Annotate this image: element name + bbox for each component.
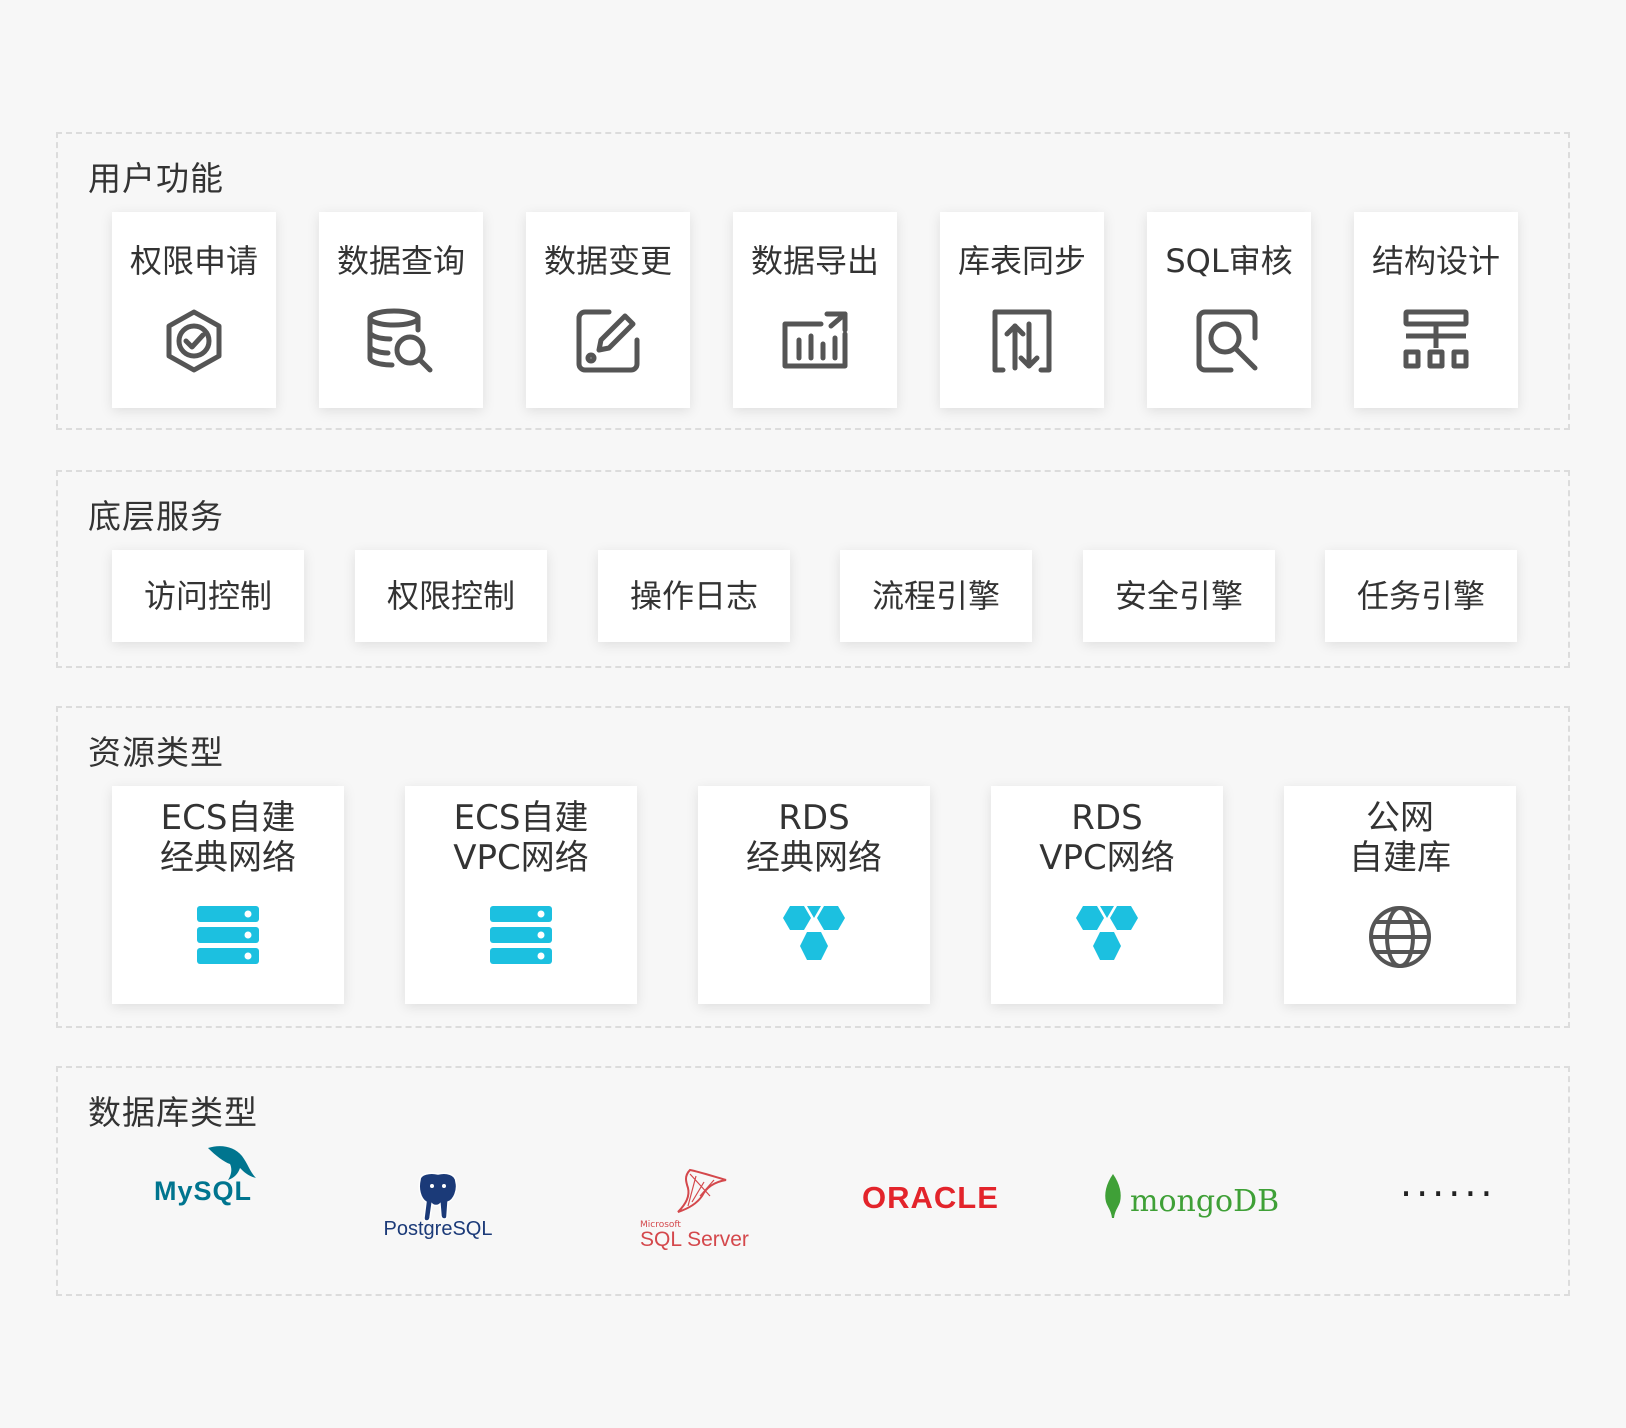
mongodb-text: mongoDB (1130, 1184, 1280, 1219)
card-label: SQL审核 (1165, 242, 1293, 280)
card-data-query[interactable]: 数据查询 (319, 212, 483, 408)
oracle-logo: ORACLE (862, 1180, 999, 1216)
service-operation-log[interactable]: 操作日志 (598, 550, 790, 642)
chart-export-icon (782, 311, 848, 369)
database-search-icon (367, 308, 433, 373)
postgresql-logo: PostgreSQL (376, 1172, 500, 1241)
card-structure-design[interactable]: 结构设计 (1354, 212, 1518, 408)
card-sql-audit[interactable]: SQL审核 (1147, 212, 1311, 408)
card-label-line2: VPC网络 (1039, 838, 1175, 878)
elephant-icon (418, 1172, 458, 1222)
card-label: 数据查询 (336, 242, 465, 280)
card-label: 库表同步 (957, 242, 1086, 280)
service-task-engine[interactable]: 任务引擎 (1325, 550, 1517, 642)
card-label-line1: ECS自建 (160, 798, 296, 838)
service-workflow-engine[interactable]: 流程引擎 (840, 550, 1032, 642)
card-label-line1: RDS (1071, 798, 1143, 838)
globe-icon (1369, 906, 1431, 968)
oracle-text: ORACLE (862, 1180, 999, 1215)
section-title: 用户功能 (88, 159, 224, 198)
sync-arrows-icon (992, 309, 1052, 373)
magnifier-audit-icon (1196, 309, 1258, 373)
card-label-line2: 经典网络 (746, 838, 882, 878)
shield-check-icon (166, 309, 222, 373)
section-user-functions: 用户功能 权限申请 数据查询 数据变更 数据导出 库表同步 SQL审核 结构设计 (56, 132, 1570, 430)
mongodb-logo: mongoDB (1102, 1174, 1280, 1219)
sqlserver-text: SQL Server (640, 1228, 749, 1251)
service-permission-control[interactable]: 权限控制 (355, 550, 547, 642)
mysql-logo: MySQL (138, 1146, 268, 1207)
card-label: 数据导出 (750, 242, 879, 280)
server-icon (197, 906, 259, 964)
card-data-export[interactable]: 数据导出 (733, 212, 897, 408)
card-label-line1: RDS (778, 798, 850, 838)
section-title: 底层服务 (88, 497, 224, 536)
edit-icon (576, 309, 640, 373)
card-label-line2: VPC网络 (453, 838, 589, 878)
card-label: 结构设计 (1371, 242, 1500, 280)
card-data-change[interactable]: 数据变更 (526, 212, 690, 408)
section-database-types: 数据库类型 MySQL PostgreSQL Microsoft SQL Ser… (56, 1066, 1570, 1296)
postgresql-text: PostgreSQL (383, 1218, 493, 1240)
card-table-sync[interactable]: 库表同步 (940, 212, 1104, 408)
resource-rds-classic[interactable]: RDS 经典网络 (698, 786, 930, 1004)
card-label-line2: 经典网络 (160, 838, 296, 878)
rds-icon (783, 906, 845, 960)
card-label: 权限申请 (129, 242, 258, 280)
resource-public-selfhosted[interactable]: 公网 自建库 (1284, 786, 1516, 1004)
resource-rds-vpc[interactable]: RDS VPC网络 (991, 786, 1223, 1004)
section-resource-types: 资源类型 ECS自建 经典网络 ECS自建 VPC网络 RDS 经典网络 RDS… (56, 706, 1570, 1028)
leaf-icon (1105, 1174, 1121, 1218)
resource-ecs-classic[interactable]: ECS自建 经典网络 (112, 786, 344, 1004)
card-label-line1: 公网 (1366, 798, 1434, 838)
service-security-engine[interactable]: 安全引擎 (1083, 550, 1275, 642)
server-icon (490, 906, 552, 964)
section-title: 资源类型 (88, 733, 224, 772)
card-label-line2: 自建库 (1349, 838, 1451, 878)
section-title: 数据库类型 (88, 1093, 258, 1132)
structure-icon (1403, 309, 1469, 369)
more-ellipsis: ······ (1400, 1172, 1497, 1216)
resource-ecs-vpc[interactable]: ECS自建 VPC网络 (405, 786, 637, 1004)
section-base-services: 底层服务 访问控制 权限控制 操作日志 流程引擎 安全引擎 任务引擎 (56, 470, 1570, 668)
card-permission-apply[interactable]: 权限申请 (112, 212, 276, 408)
dolphin-icon (208, 1146, 256, 1180)
card-label: 数据变更 (543, 242, 672, 280)
card-label-line1: ECS自建 (453, 798, 589, 838)
sqlserver-icon (677, 1168, 727, 1213)
service-access-control[interactable]: 访问控制 (112, 550, 304, 642)
rds-icon (1076, 906, 1138, 960)
